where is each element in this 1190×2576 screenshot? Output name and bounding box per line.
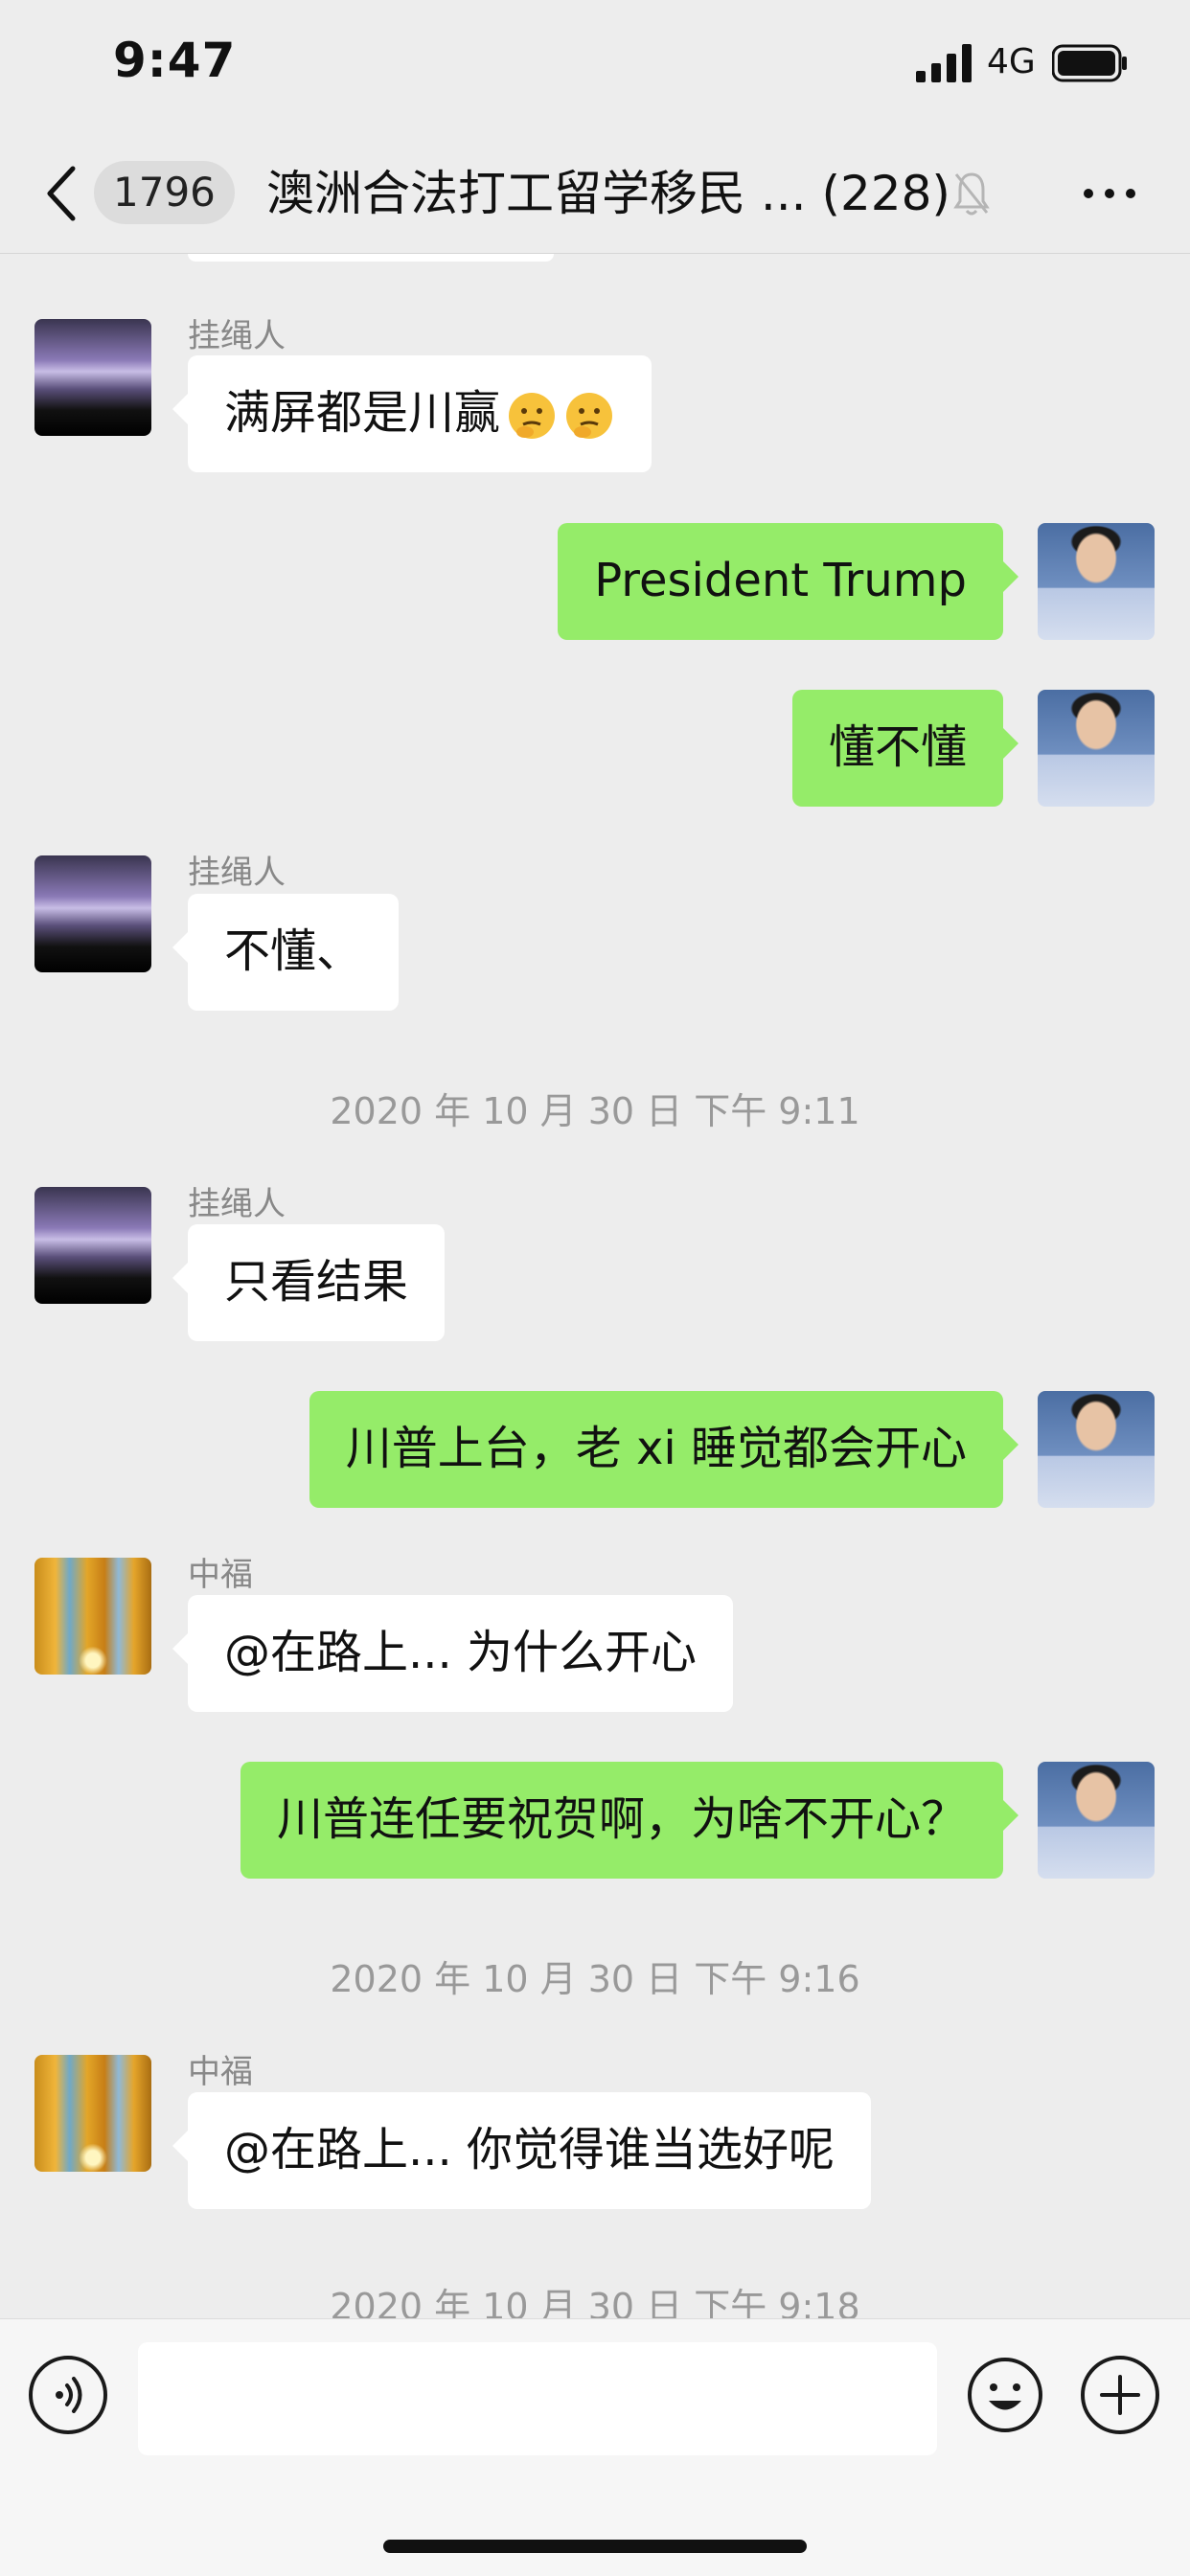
message-bubble[interactable]: 只看结果 [172, 1224, 446, 1341]
thinking-face-icon [509, 393, 556, 439]
avatar[interactable] [34, 2055, 151, 2172]
message-bubble[interactable]: @在路上... 你觉得谁当选好呢 [172, 2092, 872, 2209]
back-arrow-icon[interactable] [42, 163, 80, 224]
message-bubble[interactable]: @在路上... 为什么开心 [172, 1595, 734, 1712]
message-timestamp: 2020 年 10 月 30 日 下午 9:16 [330, 1958, 860, 2000]
message-text: 满屏都是川赢 [224, 386, 501, 440]
muted-bell-icon [953, 172, 990, 216]
thinking-face-icon [566, 393, 613, 439]
status-bar: 9:47 4G [0, 0, 1190, 134]
chat-title: 澳洲合法打工留学移民 ... (228) [266, 166, 950, 221]
message-timestamp: 2020 年 10 月 30 日 下午 9:11 [330, 1090, 860, 1132]
message-bubble[interactable]: 满屏都是川赢 [172, 355, 652, 472]
message-text: @在路上... 为什么开心 [224, 1626, 698, 1679]
message-text: 懂不懂 [828, 720, 967, 774]
sender-name: 挂绳人 [188, 317, 286, 355]
network-type: 4G [987, 42, 1036, 81]
plus-icon [1100, 2375, 1140, 2415]
voice-input-button[interactable] [29, 2356, 107, 2434]
battery-icon [1052, 44, 1127, 82]
message-timestamp: 2020 年 10 月 30 日 下午 9:18 [330, 2286, 860, 2318]
sender-name: 中福 [188, 1556, 253, 1594]
signal-icon [916, 44, 972, 82]
unread-count-badge[interactable]: 1796 [94, 161, 235, 224]
avatar[interactable] [34, 1187, 151, 1304]
chat-message-list[interactable]: 挂绳人 满屏都是川赢 President Trump 懂不懂 挂绳人 不懂、 2… [0, 254, 1190, 2318]
message-text: @在路上... 你觉得谁当选好呢 [224, 2123, 835, 2177]
home-indicator[interactable] [383, 2540, 807, 2553]
avatar[interactable] [1038, 523, 1155, 640]
message-input[interactable] [138, 2342, 937, 2455]
message-bubble[interactable]: 不懂、 [172, 894, 400, 1011]
message-text: 川普连任要祝贺啊，为啥不开心？ [276, 1792, 967, 1846]
message-bubble[interactable]: 川普上台，老 xi 睡觉都会开心 [309, 1391, 1019, 1508]
sender-name: 挂绳人 [188, 1185, 286, 1223]
voice-icon [56, 2377, 82, 2413]
message-text: 只看结果 [224, 1255, 409, 1309]
message-text: 不懂、 [224, 924, 363, 978]
message-input-bar [0, 2318, 1190, 2576]
message-text: 川普上台，老 xi 睡觉都会开心 [345, 1422, 967, 1475]
more-options-icon[interactable] [1081, 184, 1138, 203]
status-time: 9:47 [113, 33, 237, 88]
avatar[interactable] [1038, 1762, 1155, 1879]
message-bubble[interactable]: President Trump [558, 523, 1018, 640]
cut-off-bubble [188, 254, 554, 262]
sender-name: 中福 [188, 2053, 253, 2091]
chat-header: 1796 澳洲合法打工留学移民 ... (228) [0, 134, 1190, 254]
avatar[interactable] [1038, 1391, 1155, 1508]
message-bubble[interactable]: 懂不懂 [791, 690, 1019, 807]
avatar[interactable] [34, 1558, 151, 1675]
avatar[interactable] [1038, 690, 1155, 807]
avatar[interactable] [34, 319, 151, 436]
emoji-icon[interactable] [966, 2356, 1044, 2434]
message-text: President Trump [594, 554, 967, 607]
more-functions-button[interactable] [1081, 2356, 1159, 2434]
message-bubble[interactable]: 川普连任要祝贺啊，为啥不开心？ [240, 1762, 1019, 1879]
sender-name: 挂绳人 [188, 854, 286, 892]
avatar[interactable] [34, 855, 151, 972]
